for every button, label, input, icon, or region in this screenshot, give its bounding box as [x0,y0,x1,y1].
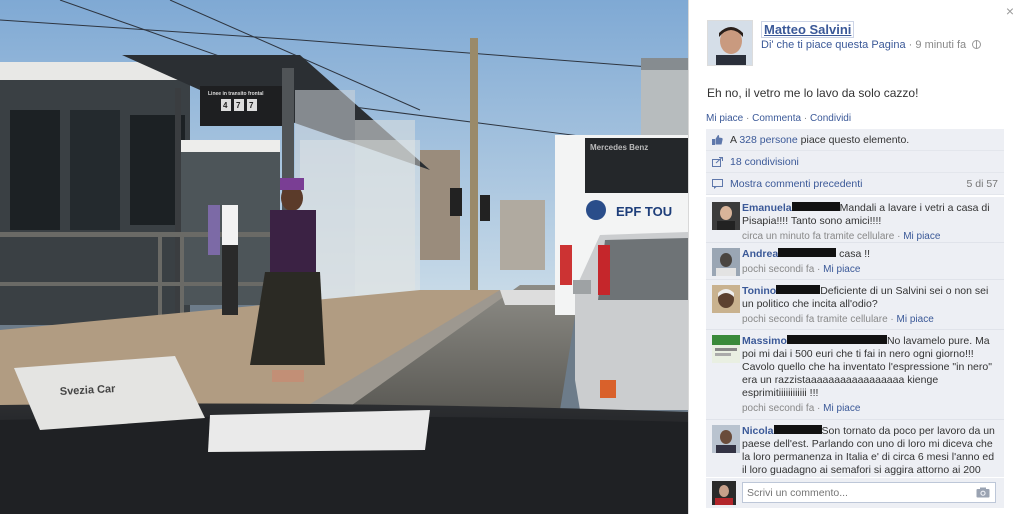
like-page-link[interactable]: Di' che ti piace questa Pagina [761,39,906,51]
post-actions: Mi piace · Commenta · Condividi [706,113,851,124]
commenter-name[interactable]: Tonino [742,285,776,297]
current-user-avatar-image [712,481,736,505]
shelter-digit-3: 7 [249,101,254,110]
author-name-link[interactable]: Matteo Salvini [761,21,855,38]
post-side-panel: × Matteo Salvini Di' che ti piace questa… [688,0,1024,514]
shares-row: 18 condivisioni [706,151,1004,173]
reply-box [706,478,1004,508]
comment-input[interactable] [742,482,996,503]
current-user-avatar [712,481,736,505]
commenter-avatar[interactable] [712,248,740,276]
comment-action-link[interactable]: Commenta [752,113,801,124]
redacted-surname [776,285,821,294]
commenter-name[interactable]: Nicola [742,425,774,437]
commenter-avatar-image [712,425,740,453]
bus-logo-text: EPF TOU [616,204,672,219]
comment-time: pochi secondi fa tramite cellulare [742,314,888,325]
camera-icon[interactable] [976,487,990,498]
share-action-link[interactable]: Condividi [810,113,851,124]
commenter-avatar[interactable] [712,335,740,363]
comments-list: Emanuela Mandali a lavare i vetri a casa … [706,197,1004,477]
previous-comments-row[interactable]: Mostra commenti precedenti 5 di 57 [706,173,1004,195]
likes-prefix: A [730,134,740,146]
author-avatar[interactable] [707,20,753,66]
comment-item: Nicola Son tornato da poco per lavoro da … [706,420,1004,477]
shelter-digit-1: 4 [223,101,228,110]
likes-row: A 328 persone piace questo elemento. [706,129,1004,151]
share-icon [712,157,723,167]
meta-separator: · [908,39,913,51]
shelter-digit-2: 7 [236,101,241,110]
comment-text: casa !! [839,248,871,260]
author-avatar-image [708,21,752,65]
post-author: Matteo Salvini Di' che ti piace questa P… [707,20,1007,70]
comment-time: circa un minuto fa tramite cellulare [742,231,895,242]
comment-like-link[interactable]: Mi piace [903,231,940,242]
post-photo[interactable]: Linee in transito frontal 4 7 7 Mercedes… [0,0,688,514]
bus-destination-sign: Mercedes Benz [590,143,648,152]
commenter-avatar[interactable] [712,202,740,230]
action-separator: · [801,113,810,124]
like-action-link[interactable]: Mi piace [706,113,743,124]
redacted-surname [778,248,837,257]
comment-time: pochi secondi fa [742,264,815,275]
comment-like-link[interactable]: Mi piace [823,264,860,275]
feedback-summary: A 328 persone piace questo elemento. 18 … [706,129,1004,195]
show-previous-comments-link[interactable]: Mostra commenti precedenti [730,178,862,190]
author-meta: Di' che ti piace questa Pagina · 9 minut… [761,39,982,51]
post-timestamp[interactable]: 9 minuti fa [915,39,966,51]
redacted-surname [786,335,887,344]
comment-bubble-icon [712,179,723,189]
commenter-avatar-image [712,285,740,313]
likes-people-link[interactable]: 328 persone [739,134,797,146]
commenter-avatar-image [712,202,740,230]
commenter-avatar[interactable] [712,425,740,453]
comment-item: Emanuela Mandali a lavare i vetri a casa … [706,197,1004,243]
comment-time: pochi secondi fa [742,403,815,414]
action-separator: · [743,113,753,124]
comment-like-link[interactable]: Mi piace [823,403,860,414]
commenter-avatar[interactable] [712,285,740,313]
shelter-sign-label: Linee in transito frontal [208,91,264,97]
redacted-surname [791,202,840,211]
commenter-avatar-image [712,335,740,363]
globe-icon [972,40,982,49]
redacted-surname [773,425,822,434]
comments-count: 5 di 57 [966,178,998,190]
comment-item: Andrea casa !! pochi secondi fa · Mi pia… [706,243,1004,280]
commenter-name[interactable]: Massimo [742,335,787,347]
thumbs-up-icon [712,135,723,145]
close-icon[interactable]: × [1006,4,1014,18]
comment-item: Massimo No lavamelo pure. Ma poi mi dai i… [706,330,1004,420]
commenter-name[interactable]: Emanuela [742,202,792,214]
commenter-avatar-image [712,248,740,276]
commenter-name[interactable]: Andrea [742,248,778,260]
street-scene-image: Linee in transito frontal 4 7 7 Mercedes… [0,0,688,514]
comment-like-link[interactable]: Mi piace [897,314,934,325]
likes-suffix: piace questo elemento. [797,134,910,146]
comment-item: Tonino Deficiente di un Salvini sei o non… [706,280,1004,330]
post-text: Eh no, il vetro me lo lavo da solo cazzo… [707,86,919,100]
shares-link[interactable]: 18 condivisioni [730,156,799,168]
